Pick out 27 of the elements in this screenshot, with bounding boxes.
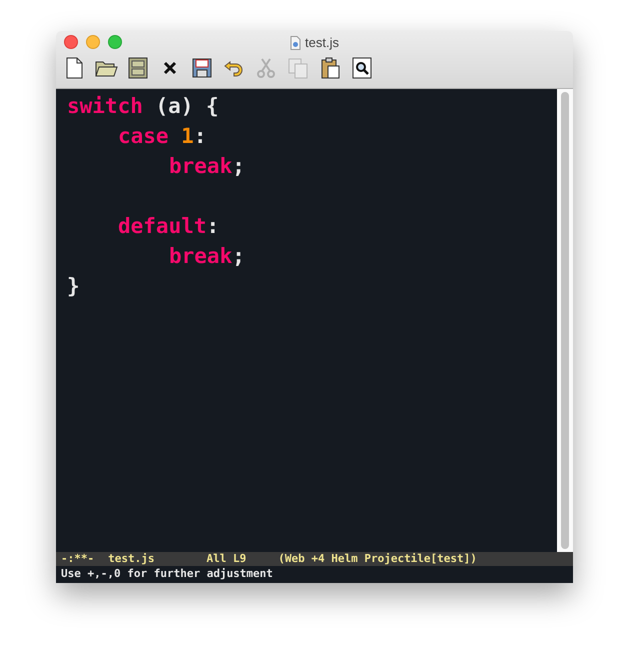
code-number: 1 bbox=[181, 123, 194, 150]
scrollbar-thumb[interactable] bbox=[561, 92, 569, 549]
window-title: test.js bbox=[305, 35, 339, 50]
code-text: ; bbox=[232, 243, 245, 270]
document-icon bbox=[290, 36, 302, 50]
copy-icon bbox=[286, 56, 310, 80]
scissors-icon bbox=[254, 56, 278, 80]
code-text: ; bbox=[232, 153, 245, 180]
code-text: : bbox=[194, 123, 206, 150]
code-keyword: break bbox=[169, 153, 232, 180]
cursor-position: All L9 bbox=[206, 552, 246, 566]
code-keyword: default bbox=[118, 213, 207, 240]
echo-message: Use +,-,0 for further adjustment bbox=[61, 567, 273, 580]
modified-status: -:**- bbox=[61, 552, 94, 566]
major-minor-modes: (Web +4 Helm Projectile[test]) bbox=[278, 552, 477, 566]
code-text: (a) { bbox=[155, 93, 219, 120]
file-cabinet-icon bbox=[126, 56, 150, 80]
zoom-window-button[interactable] bbox=[108, 35, 122, 49]
code-keyword: switch bbox=[67, 93, 143, 120]
close-window-button[interactable] bbox=[64, 35, 78, 49]
code-text: } bbox=[67, 273, 80, 300]
buffer-name: test.js bbox=[108, 552, 154, 566]
code-keyword: case bbox=[118, 123, 169, 150]
search-icon bbox=[350, 56, 374, 80]
scrollbar[interactable] bbox=[557, 89, 573, 552]
code-text: : bbox=[206, 213, 220, 240]
code-keyword: break bbox=[169, 243, 232, 270]
